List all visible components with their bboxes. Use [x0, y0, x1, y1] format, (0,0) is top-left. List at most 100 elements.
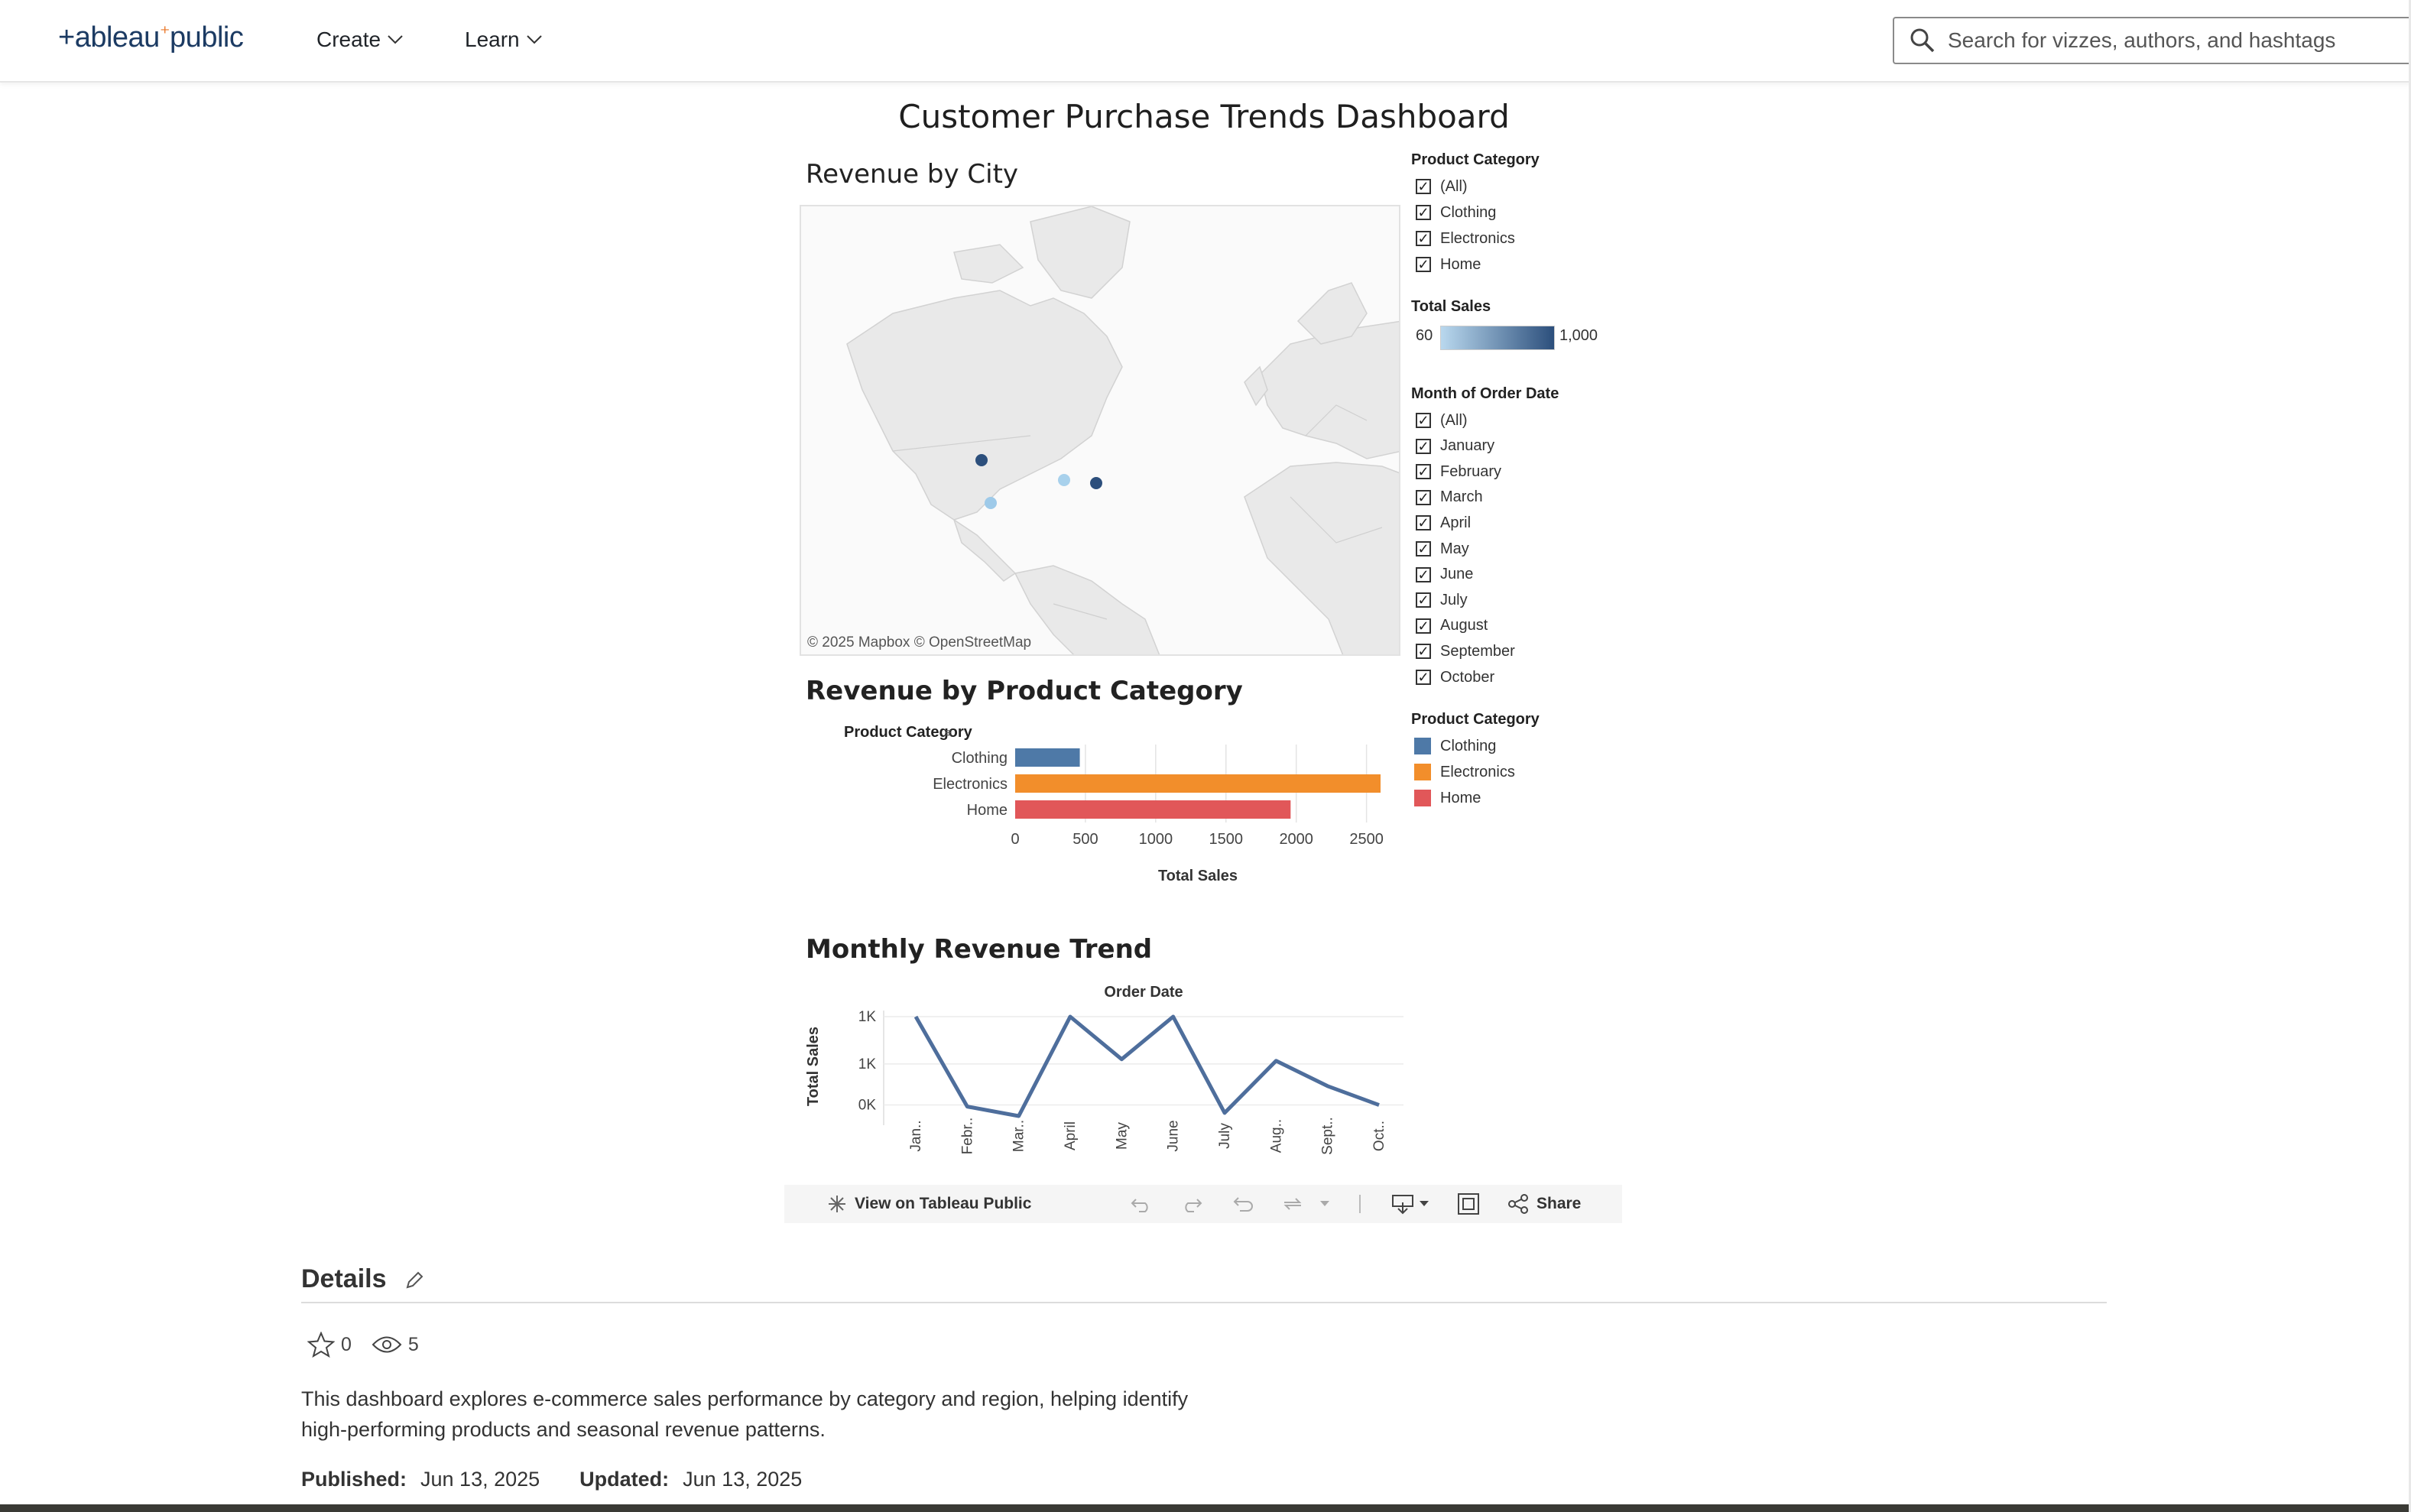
search-input[interactable]	[1946, 28, 2408, 54]
redo-button[interactable]	[1180, 1185, 1203, 1223]
filter-option-home[interactable]: ✓ Home	[1416, 254, 1481, 275]
views-count: 5	[407, 1333, 419, 1355]
published-date: Jun 13, 2025	[420, 1468, 540, 1491]
checkbox-checked-icon[interactable]: ✓	[1416, 489, 1431, 505]
checkbox-checked-icon[interactable]: ✓	[1416, 464, 1431, 480]
checkbox-checked-icon[interactable]: ✓	[1416, 205, 1431, 220]
checkbox-checked-icon[interactable]: ✓	[1416, 438, 1431, 454]
south-america-shape	[1014, 565, 1160, 654]
month-filter-option[interactable]: ✓ (All)	[1416, 410, 1468, 431]
revenue-by-category-bar-chart[interactable]: Product Category≡ 0 500 1000 1500 2000 2500 Clo…	[800, 719, 1411, 902]
line-x-header: Order Date	[1104, 984, 1183, 1001]
month-filter-option-label: July	[1440, 591, 1468, 608]
month-filter-title: Month of Order Date	[1411, 385, 1559, 402]
tableau-logo-icon	[829, 1196, 845, 1212]
learn-menu[interactable]: Learn	[465, 28, 543, 52]
pause-dropdown-button[interactable]	[1319, 1185, 1330, 1223]
month-filter-option[interactable]: ✓ January	[1416, 436, 1494, 457]
checkbox-checked-icon[interactable]: ✓	[1416, 541, 1431, 556]
total-sales-color-gradient	[1440, 326, 1555, 350]
star-favorite-icon[interactable]	[307, 1332, 335, 1358]
bar-home	[1015, 800, 1291, 819]
month-filter-option-label: February	[1440, 462, 1502, 480]
logo-text-left: +ableau	[58, 21, 160, 54]
checkbox-checked-icon[interactable]: ✓	[1416, 179, 1431, 194]
share-button[interactable]: Share	[1507, 1185, 1581, 1223]
month-filter-option-label: June	[1440, 566, 1474, 583]
fullscreen-button[interactable]	[1457, 1185, 1480, 1223]
pencil-edit-icon[interactable]	[404, 1270, 424, 1290]
viz-dates: Published: Jun 13, 2025 Updated: Jun 13,…	[301, 1468, 802, 1491]
filter-option-label: Home	[1440, 255, 1481, 273]
filter-option-clothing[interactable]: ✓ Clothing	[1416, 202, 1496, 223]
legend-item-label: Clothing	[1440, 737, 1497, 754]
download-icon	[1392, 1195, 1413, 1215]
city-point-seattle	[975, 454, 988, 466]
monthly-revenue-line-chart[interactable]: Order Date Total Sales 1K 1K 0K Jan.. Febr.. Ma…	[800, 978, 1411, 1177]
bar-x-tick-label: 2000	[1279, 831, 1313, 848]
revert-button[interactable]	[1232, 1185, 1255, 1223]
legend-item-clothing[interactable]: Clothing	[1414, 735, 1496, 757]
tableau-public-logo[interactable]: +ableau⁺public	[58, 21, 244, 61]
arctic-islands-shape	[953, 244, 1024, 284]
undo-button[interactable]	[1130, 1185, 1153, 1223]
logo-text-right: public	[170, 21, 244, 54]
bar-x-tick-label: 1500	[1209, 831, 1244, 848]
download-button[interactable]	[1391, 1185, 1429, 1223]
month-filter-option[interactable]: ✓ August	[1416, 615, 1488, 637]
city-point-new-york	[1090, 477, 1102, 489]
filter-option-electronics[interactable]: ✓ Electronics	[1416, 228, 1515, 249]
central-america-shape	[952, 518, 1017, 582]
legend-item-home[interactable]: Home	[1414, 787, 1481, 809]
month-filter-option[interactable]: ✓ March	[1416, 487, 1483, 508]
filter-option-label: Clothing	[1440, 203, 1497, 221]
line-x-tick-label: Mar..	[1011, 1120, 1027, 1152]
world-map-graphic	[846, 206, 1399, 654]
refresh-button[interactable]	[1281, 1185, 1304, 1223]
search-box[interactable]	[1893, 17, 2411, 64]
month-filter-option[interactable]: ✓ June	[1416, 564, 1473, 586]
checkbox-checked-icon[interactable]: ✓	[1416, 413, 1431, 428]
logo-plus-mark: ⁺	[159, 21, 170, 44]
view-on-tableau-public-button[interactable]: View on Tableau Public	[827, 1185, 1031, 1223]
bar-electronics	[1015, 774, 1381, 793]
checkbox-checked-icon[interactable]: ✓	[1416, 618, 1431, 634]
viz-toolbar: View on Tableau Public Share	[784, 1185, 1622, 1223]
checkbox-checked-icon[interactable]: ✓	[1416, 592, 1431, 608]
legend-swatch	[1414, 764, 1431, 780]
checkbox-checked-icon[interactable]: ✓	[1416, 257, 1431, 272]
month-filter-option[interactable]: ✓ July	[1416, 589, 1468, 611]
month-filter-option[interactable]: ✓ April	[1416, 512, 1471, 534]
checkbox-checked-icon[interactable]: ✓	[1416, 231, 1431, 246]
month-filter-option-label: September	[1440, 642, 1515, 660]
search-icon	[1910, 28, 1935, 53]
product-category-filter-title: Product Category	[1411, 151, 1540, 168]
total-sales-legend-title: Total Sales	[1411, 298, 1491, 315]
month-filter-option[interactable]: ✓ September	[1416, 641, 1515, 662]
bar-x-tick-label: 0	[1011, 831, 1019, 848]
line-x-tick-label: Aug..	[1268, 1119, 1284, 1153]
month-filter-option[interactable]: ✓ February	[1416, 461, 1501, 482]
updated-date: Jun 13, 2025	[683, 1468, 803, 1491]
chevron-down-icon	[388, 35, 403, 44]
legend-item-electronics[interactable]: Electronics	[1414, 761, 1515, 783]
view-on-tableau-public-label: View on Tableau Public	[855, 1195, 1032, 1212]
checkbox-checked-icon[interactable]: ✓	[1416, 566, 1431, 582]
map-credit: © 2025 Mapbox © OpenStreetMap	[807, 634, 1032, 651]
north-america-shape	[846, 290, 1123, 521]
redo-icon	[1185, 1199, 1202, 1212]
month-filter-option-label: (All)	[1440, 411, 1468, 429]
bar-x-tick-label: 1000	[1139, 831, 1173, 848]
legend-swatch	[1414, 790, 1431, 806]
month-filter-option-label: August	[1440, 617, 1488, 634]
month-filter-option-label: May	[1440, 540, 1469, 557]
create-menu[interactable]: Create	[316, 28, 404, 52]
checkbox-checked-icon[interactable]: ✓	[1416, 515, 1431, 531]
filter-option-all[interactable]: ✓ (All)	[1416, 176, 1468, 197]
revenue-by-city-map[interactable]: © 2025 Mapbox © OpenStreetMap	[800, 205, 1400, 656]
checkbox-checked-icon[interactable]: ✓	[1416, 670, 1431, 685]
month-filter-option[interactable]: ✓ October	[1416, 667, 1494, 688]
month-filter-option[interactable]: ✓ May	[1416, 538, 1469, 560]
line-x-tick-label: Febr..	[959, 1118, 975, 1155]
checkbox-checked-icon[interactable]: ✓	[1416, 644, 1431, 660]
